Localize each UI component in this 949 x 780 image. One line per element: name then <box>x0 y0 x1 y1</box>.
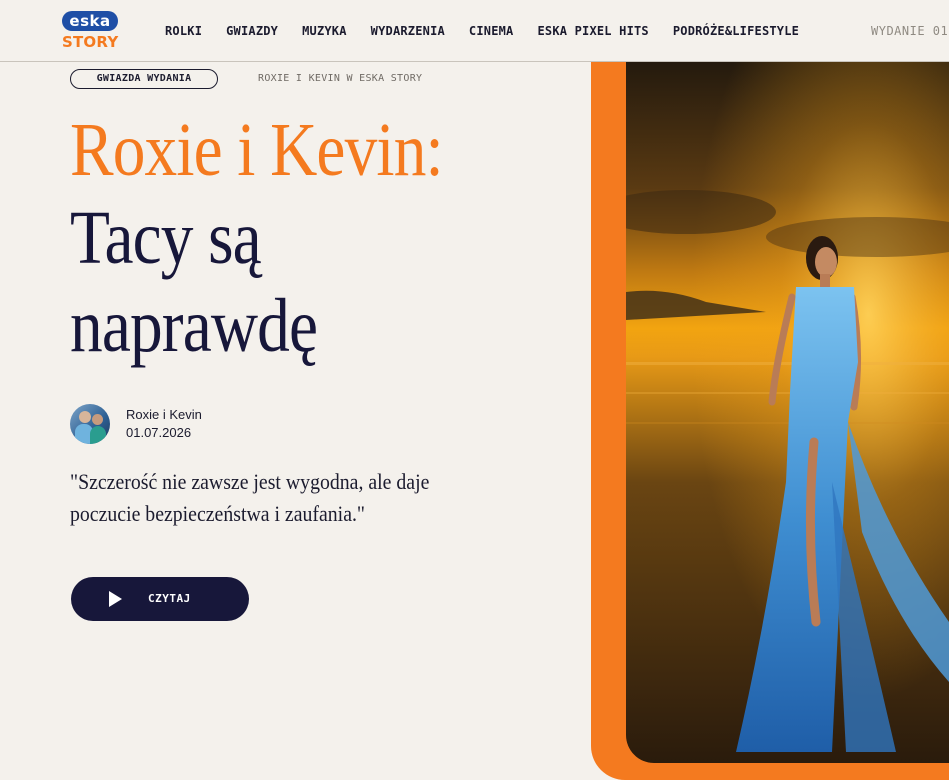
featured-badge: GWIAZDA WYDANIA <box>70 69 218 89</box>
nav-item-wydarzenia[interactable]: WYDARZENIA <box>371 24 445 38</box>
read-button[interactable]: CZYTAJ <box>71 577 249 621</box>
nav-item-podroze-lifestyle[interactable]: PODRÓŻE&LIFESTYLE <box>673 24 799 38</box>
logo-eska: eska <box>62 11 118 31</box>
nav-item-muzyka[interactable]: MUZYKA <box>302 24 347 38</box>
eska-story-logo[interactable]: eska STORY <box>62 11 118 53</box>
nav-item-rolki[interactable]: ROLKI <box>165 24 202 38</box>
title-line-3: naprawdę <box>70 284 318 368</box>
avatar <box>70 404 110 444</box>
edition-label: WYDANIE 01 <box>871 24 949 38</box>
site-header: eska STORY ROLKI GWIAZDY MUZYKA WYDARZEN… <box>0 0 949 62</box>
logo-story: STORY <box>62 33 119 51</box>
pull-quote: "Szczerość nie zawsze jest wygodna, ale … <box>70 469 430 526</box>
nav-item-eska-pixel-hits[interactable]: ESKA PIXEL HITS <box>537 24 648 38</box>
publish-date: 01.07.2026 <box>126 425 192 440</box>
read-button-label: CZYTAJ <box>148 592 191 605</box>
title-line-1: Roxie i Kevin: <box>70 108 444 192</box>
author-name: Roxie i Kevin <box>126 407 202 422</box>
nav-item-cinema[interactable]: CINEMA <box>469 24 514 38</box>
nav-item-gwiazdy[interactable]: GWIAZDY <box>226 24 278 38</box>
page-title: Roxie i Kevin: Tacy są naprawdę <box>70 106 517 370</box>
main-nav: ROLKI GWIAZDY MUZYKA WYDARZENIA CINEMA E… <box>165 0 823 62</box>
title-line-2: Tacy są <box>70 196 262 280</box>
play-icon <box>109 591 122 607</box>
breadcrumb[interactable]: ROXIE I KEVIN W ESKA STORY <box>258 73 422 84</box>
hero-image[interactable] <box>626 62 949 763</box>
beach-sunset-photo <box>626 62 949 763</box>
